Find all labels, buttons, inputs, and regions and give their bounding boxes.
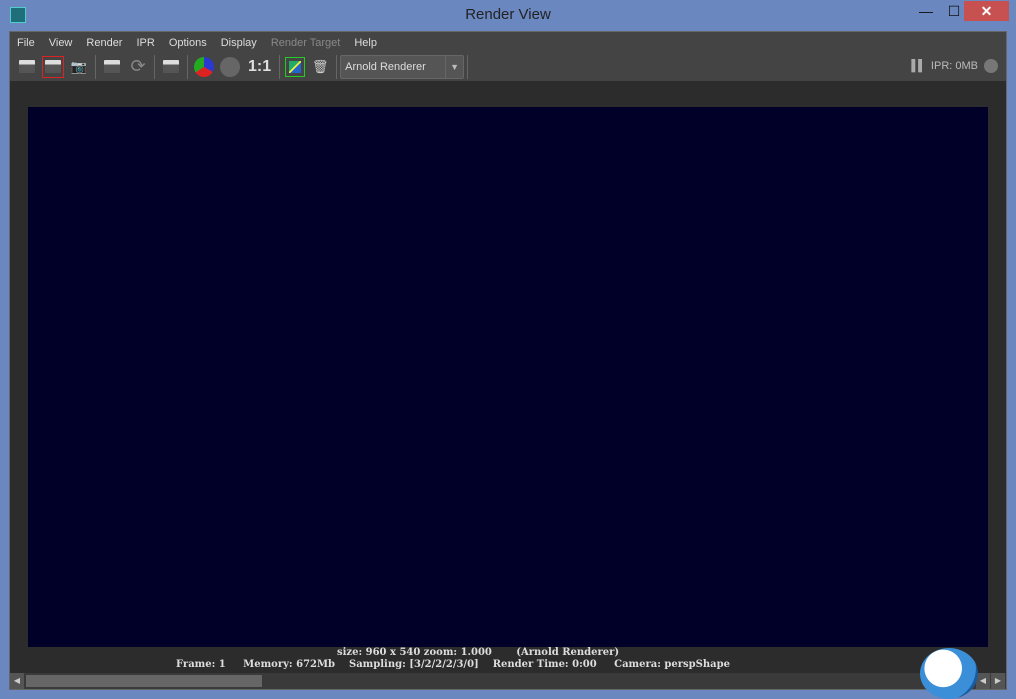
close-button[interactable]: ✕: [964, 1, 1009, 21]
redo-render-button[interactable]: [16, 56, 38, 78]
menu-render-target: Render Target: [270, 37, 341, 49]
refresh-ipr-button[interactable]: ⟳: [127, 56, 149, 78]
camera-info: Camera: perspShape: [614, 659, 730, 670]
menu-help[interactable]: Help: [347, 34, 384, 52]
menu-ipr[interactable]: IPR: [129, 34, 161, 52]
toolbar: 📷 ⟳ 1:1 🗑 Arnold Renderer ▼: [10, 52, 1006, 81]
keep-image-button[interactable]: [285, 56, 306, 77]
sampling-info: Sampling: [3/2/2/2/3/0]: [348, 659, 479, 670]
menu-bar: File View Render IPR Options Display Ren…: [10, 34, 384, 52]
scroll-right-icon[interactable]: ▶: [991, 673, 1005, 689]
renderer-select[interactable]: Arnold Renderer ▼: [340, 54, 465, 79]
remove-image-button[interactable]: 🗑: [309, 56, 331, 78]
separator: [336, 54, 338, 79]
render-time-info: Render Time: 0:00: [492, 659, 597, 670]
ipr-status: ▌▌ IPR: 0MB: [911, 59, 998, 73]
separator: [95, 54, 96, 79]
keep-image-icon: [289, 60, 302, 73]
menu-render[interactable]: Render: [79, 34, 129, 52]
rgb-channel-icon: [194, 56, 214, 77]
window-title: Render View: [465, 6, 551, 23]
real-size-button[interactable]: 1:1: [245, 56, 274, 78]
render-stats: Frame: 1 Memory: 672Mb Sampling: [3/2/2/…: [176, 659, 730, 670]
camera-icon: 📷: [70, 58, 88, 74]
separator: [154, 54, 155, 79]
memory-info: Memory: 672Mb: [243, 659, 336, 670]
frame-info: Frame: 1: [176, 659, 226, 670]
ipr-clapper-icon: [104, 60, 120, 73]
settings-clapper-icon: [163, 60, 179, 73]
display-rgb-button[interactable]: [193, 56, 215, 78]
rendered-image[interactable]: [28, 107, 988, 647]
menu-view[interactable]: View: [42, 34, 80, 52]
render-viewport: [10, 81, 1006, 673]
scrollbar-thumb[interactable]: [26, 675, 262, 687]
ipr-memory-label: IPR: 0MB: [930, 60, 978, 72]
renderer-value: Arnold Renderer: [345, 60, 426, 73]
image-size-info: size: 960 x 540 zoom: 1.000 (Arnold Rend…: [337, 647, 620, 658]
minimize-button[interactable]: —: [912, 1, 940, 21]
scroll-left-icon-2[interactable]: ◀: [976, 673, 990, 689]
menu-file[interactable]: File: [10, 34, 42, 52]
menu-display[interactable]: Display: [214, 34, 264, 52]
pause-ipr-icon[interactable]: ▌▌: [911, 60, 926, 72]
clapper-icon: [19, 60, 35, 73]
bird-logo-icon: [920, 648, 978, 699]
display-alpha-button[interactable]: [219, 56, 241, 78]
chevron-down-icon: ▼: [445, 55, 463, 78]
ipr-render-button[interactable]: [101, 56, 123, 78]
snapshot-button[interactable]: 📷: [68, 56, 90, 78]
render-settings-button[interactable]: [160, 56, 182, 78]
ipr-status-indicator: [984, 59, 998, 73]
menu-options[interactable]: Options: [162, 34, 214, 52]
alpha-channel-icon: [220, 56, 240, 77]
trash-image-icon: 🗑: [311, 58, 329, 74]
render-view-panel: File View Render IPR Options Display Ren…: [9, 31, 1007, 690]
refresh-icon: ⟳: [130, 56, 146, 76]
scroll-left-icon[interactable]: ◀: [10, 673, 24, 689]
separator: [467, 54, 469, 79]
title-bar: Render View — ☐ ✕: [0, 0, 1016, 31]
separator: [187, 54, 188, 79]
horizontal-scrollbar[interactable]: ◀ ◀ ▶: [10, 673, 1006, 689]
separator: [279, 54, 281, 79]
render-region-button[interactable]: [42, 55, 64, 78]
clapper-region-icon: [45, 60, 61, 73]
